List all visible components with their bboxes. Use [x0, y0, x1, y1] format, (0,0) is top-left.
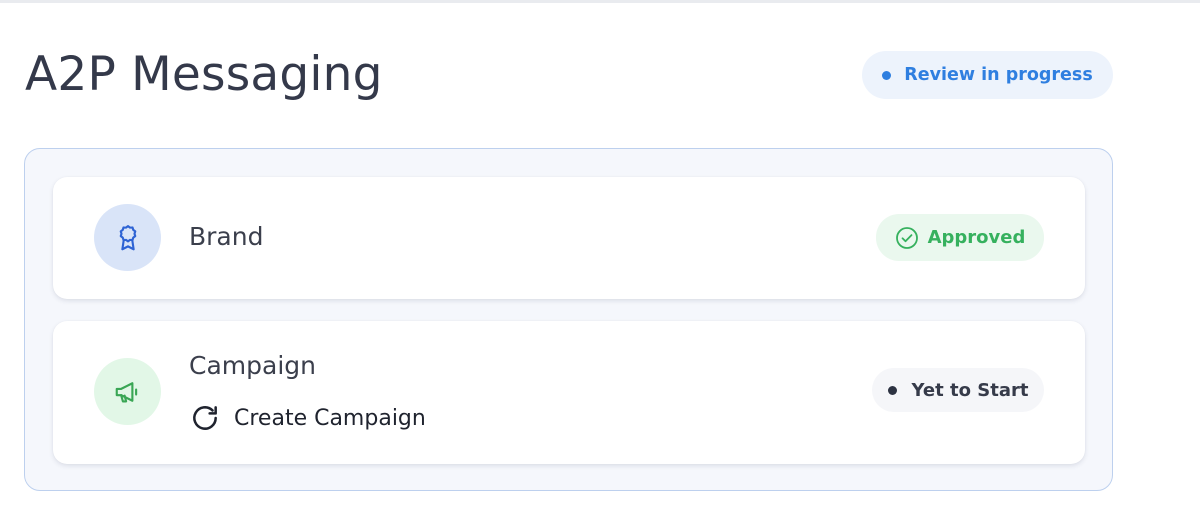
brand-label: Brand [189, 222, 264, 251]
registration-panel: Brand Approved Campaign Create Campaign [24, 148, 1113, 491]
create-campaign-link[interactable]: Create Campaign [189, 401, 426, 435]
campaign-label: Campaign [189, 351, 316, 380]
brand-card[interactable]: Brand Approved [53, 177, 1085, 299]
campaign-status-label: Yet to Start [911, 379, 1029, 401]
status-dot-icon [887, 385, 897, 395]
campaign-card[interactable]: Campaign Create Campaign Yet to Start [53, 321, 1085, 464]
brand-icon-badge [94, 204, 161, 271]
create-campaign-label: Create Campaign [234, 405, 426, 431]
brand-status-badge: Approved [876, 214, 1044, 261]
campaign-status-badge: Yet to Start [872, 368, 1044, 412]
refresh-icon [193, 406, 217, 430]
megaphone-icon [115, 381, 137, 402]
check-circle-icon [895, 226, 918, 249]
status-dot-icon [882, 70, 892, 80]
review-status-badge: Review in progress [862, 51, 1113, 99]
top-divider [0, 0, 1200, 3]
campaign-icon-badge [94, 358, 161, 425]
award-ribbon-icon [119, 224, 136, 250]
page-title: A2P Messaging [25, 47, 383, 102]
review-status-label: Review in progress [904, 65, 1093, 85]
brand-status-label: Approved [927, 227, 1026, 248]
